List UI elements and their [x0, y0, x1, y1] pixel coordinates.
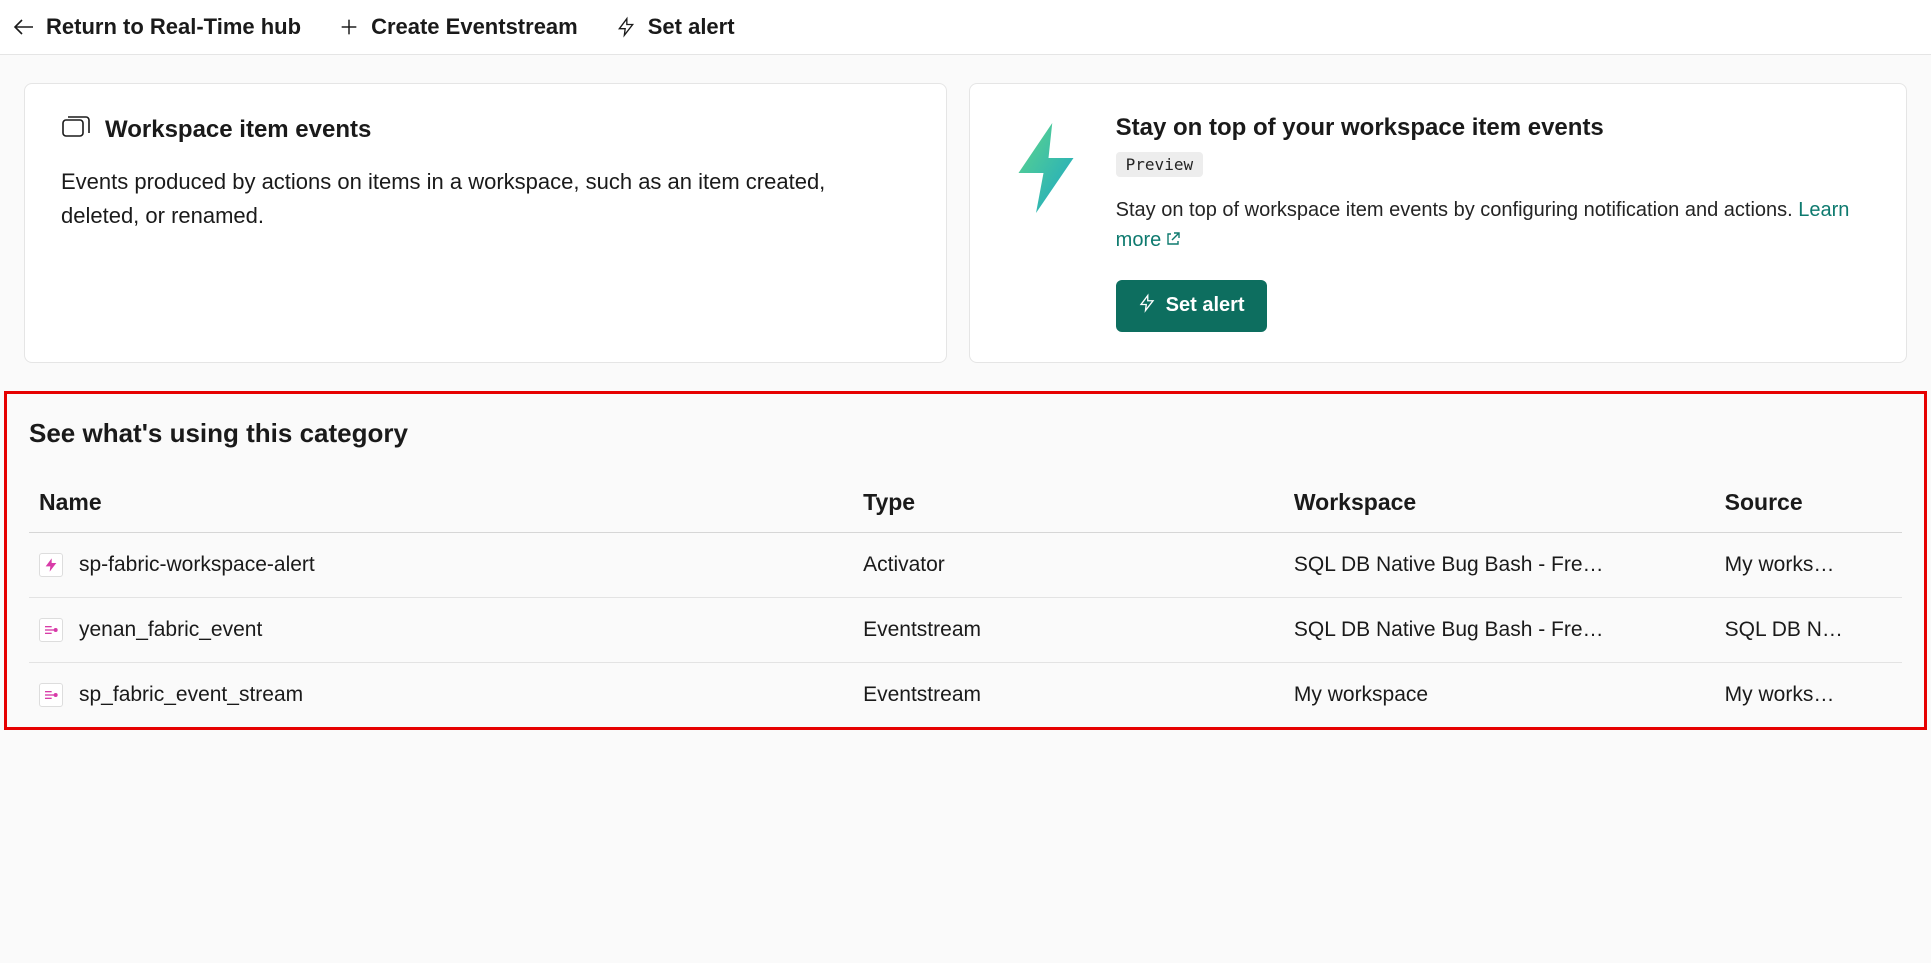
row-source: My works…	[1715, 662, 1902, 727]
cards-row: Workspace item events Events produced by…	[0, 55, 1931, 363]
row-type: Activator	[853, 532, 1284, 597]
row-type: Eventstream	[853, 662, 1284, 727]
workspace-stack-icon	[61, 114, 91, 145]
lightning-icon	[614, 15, 638, 39]
lightning-icon	[1138, 292, 1156, 320]
external-link-icon	[1165, 226, 1181, 256]
stay-on-top-title: Stay on top of your workspace item event…	[1116, 114, 1870, 142]
row-source: SQL DB N…	[1715, 597, 1902, 662]
table-row[interactable]: sp-fabric-workspace-alert ActivatorSQL DB…	[29, 532, 1902, 597]
row-workspace: SQL DB Native Bug Bash - Fre…	[1284, 532, 1715, 597]
eventstream-icon	[39, 618, 63, 642]
row-name: sp_fabric_event_stream	[79, 683, 303, 707]
stay-on-top-description: Stay on top of workspace item events by …	[1116, 195, 1870, 256]
plus-icon	[337, 15, 361, 39]
set-alert-toolbar-label: Set alert	[648, 14, 735, 40]
return-to-hub-button[interactable]: Return to Real-Time hub	[12, 14, 301, 40]
stay-on-top-card: Stay on top of your workspace item event…	[969, 83, 1907, 363]
eventstream-icon	[39, 683, 63, 707]
row-name: yenan_fabric_event	[79, 618, 262, 642]
activator-icon	[39, 553, 63, 577]
usage-table: Name Type Workspace Source sp-fabric-wor…	[29, 473, 1902, 727]
workspace-events-description: Events produced by actions on items in a…	[61, 165, 910, 233]
using-category-section: See what's using this category Name Type…	[4, 391, 1927, 730]
row-workspace: SQL DB Native Bug Bash - Fre…	[1284, 597, 1715, 662]
arrow-left-icon	[12, 15, 36, 39]
col-header-workspace[interactable]: Workspace	[1284, 473, 1715, 533]
col-header-name[interactable]: Name	[29, 473, 853, 533]
top-toolbar: Return to Real-Time hub Create Eventstre…	[0, 0, 1931, 55]
set-alert-toolbar-button[interactable]: Set alert	[614, 14, 735, 40]
row-source: My works…	[1715, 532, 1902, 597]
col-header-type[interactable]: Type	[853, 473, 1284, 533]
table-header-row: Name Type Workspace Source	[29, 473, 1902, 533]
set-alert-button-label: Set alert	[1166, 294, 1245, 317]
section-heading: See what's using this category	[29, 418, 1902, 449]
lightning-gradient-icon	[1006, 118, 1086, 218]
row-type: Eventstream	[853, 597, 1284, 662]
table-row[interactable]: sp_fabric_event_streamEventstreamMy work…	[29, 662, 1902, 727]
preview-badge: Preview	[1116, 152, 1203, 177]
workspace-events-card: Workspace item events Events produced by…	[24, 83, 947, 363]
set-alert-button[interactable]: Set alert	[1116, 280, 1267, 332]
row-workspace: My workspace	[1284, 662, 1715, 727]
create-eventstream-button[interactable]: Create Eventstream	[337, 14, 578, 40]
workspace-events-title: Workspace item events	[105, 116, 371, 144]
return-to-hub-label: Return to Real-Time hub	[46, 14, 301, 40]
create-eventstream-label: Create Eventstream	[371, 14, 578, 40]
row-name: sp-fabric-workspace-alert	[79, 553, 315, 577]
col-header-source[interactable]: Source	[1715, 473, 1902, 533]
table-row[interactable]: yenan_fabric_event EventstreamSQL DB Nati…	[29, 597, 1902, 662]
